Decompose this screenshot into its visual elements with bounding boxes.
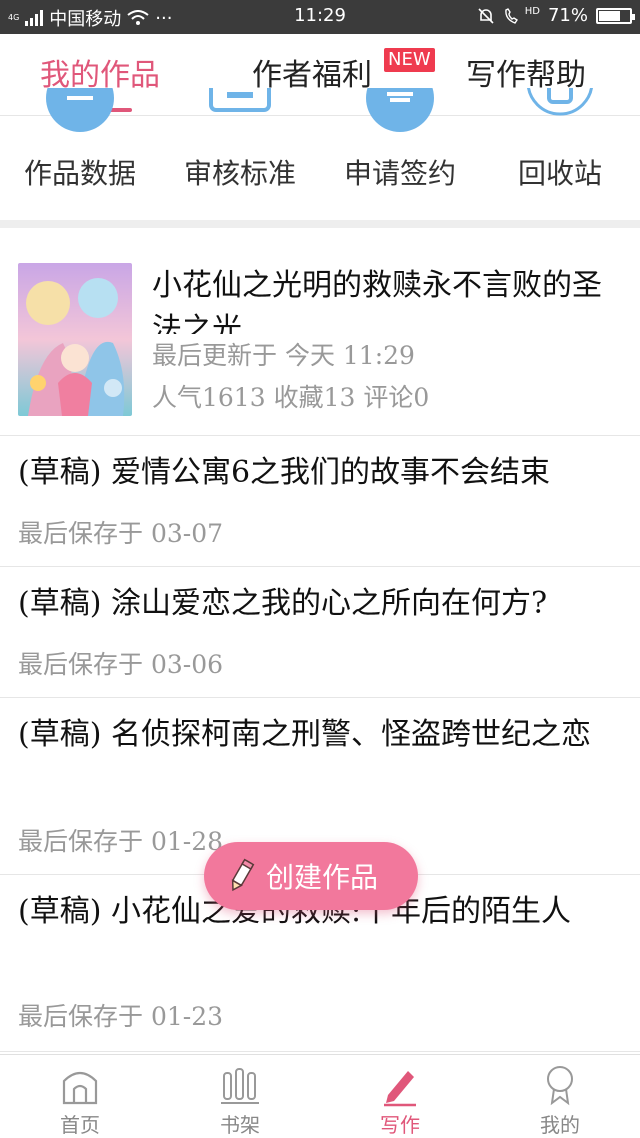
battery-percent: 71%	[547, 5, 588, 26]
section-divider	[0, 220, 640, 228]
profile-icon	[547, 1066, 573, 1106]
draft-saved-time: 最后保存于 01-28	[18, 827, 224, 856]
nav-label: 书架	[220, 1113, 260, 1137]
battery-fill	[599, 10, 621, 21]
quick-menu: 作品数据 审核标准 申请签约 回收站	[0, 88, 640, 220]
draft-title: (草稿) 涂山爱恋之我的心之所向在何方?	[18, 586, 548, 621]
call-hd-icon	[504, 7, 518, 24]
nav-label: 写作	[380, 1113, 420, 1137]
contract-icon	[366, 88, 434, 132]
nav-label: 首页	[60, 1113, 100, 1137]
quick-item-label: 作品数据	[23, 157, 136, 190]
draft-item[interactable]: (草稿) 爱情公寓6之我们的故事不会结束 最后保存于 03-07	[0, 436, 640, 567]
pen-icon	[384, 1071, 416, 1107]
draft-saved-time: 最后保存于 03-06	[18, 650, 224, 679]
bookshelf-icon	[221, 1068, 259, 1104]
cover-illustration	[18, 263, 132, 416]
quick-item-review-standards[interactable]: 审核标准	[160, 88, 320, 220]
create-work-button[interactable]: 创建作品	[204, 842, 418, 910]
quick-item-work-data[interactable]: 作品数据	[0, 88, 160, 220]
nav-home[interactable]: 首页	[0, 1055, 160, 1138]
draft-saved-time: 最后保存于 01-23	[18, 1002, 224, 1031]
book-cover[interactable]	[18, 263, 132, 416]
work-stats: 人气1613 收藏13 评论0	[152, 383, 430, 412]
quick-item-label: 申请签约	[343, 157, 456, 190]
nav-bookshelf[interactable]: 书架	[160, 1055, 320, 1138]
recycle-icon	[527, 88, 593, 116]
draft-saved-time: 最后保存于 03-07	[18, 519, 224, 548]
quick-item-label: 回收站	[517, 157, 602, 190]
work-title[interactable]: 小花仙之光明的救赎永不言败的圣法之光	[152, 264, 612, 334]
home-icon	[62, 1071, 98, 1105]
draft-title: (草稿) 爱情公寓6之我们的故事不会结束	[18, 455, 551, 490]
hd-label: HD	[524, 6, 540, 17]
quick-item-recycle-bin[interactable]: 回收站	[480, 88, 640, 220]
pencil-icon	[231, 858, 255, 892]
nav-label: 我的	[540, 1113, 580, 1137]
quick-item-label: 审核标准	[183, 157, 296, 190]
work-updated-time: 最后更新于 今天 11:29	[152, 341, 415, 370]
draft-title: (草稿) 名侦探柯南之刑警、怪盗跨世纪之恋	[18, 717, 591, 752]
nav-profile[interactable]: 我的	[480, 1055, 640, 1138]
create-work-label: 创建作品	[266, 861, 379, 894]
battery-icon	[596, 7, 635, 24]
work-card[interactable]: 小花仙之光明的救赎永不言败的圣法之光 最后更新于 今天 11:29 人气1613…	[0, 228, 640, 436]
status-bar: 4G 中国移动 ··· 11:29 HD 71%	[0, 0, 640, 34]
mute-bell-icon	[478, 7, 494, 24]
card-icon	[209, 88, 271, 112]
chart-icon	[46, 88, 114, 132]
new-badge: NEW	[384, 48, 435, 72]
bottom-nav: 首页 书架 写作 我的	[0, 1054, 640, 1138]
quick-item-apply-contract[interactable]: 申请签约	[320, 88, 480, 220]
draft-item[interactable]: (草稿) 涂山爱恋之我的心之所向在何方? 最后保存于 03-06	[0, 567, 640, 698]
nav-write[interactable]: 写作	[320, 1055, 480, 1138]
